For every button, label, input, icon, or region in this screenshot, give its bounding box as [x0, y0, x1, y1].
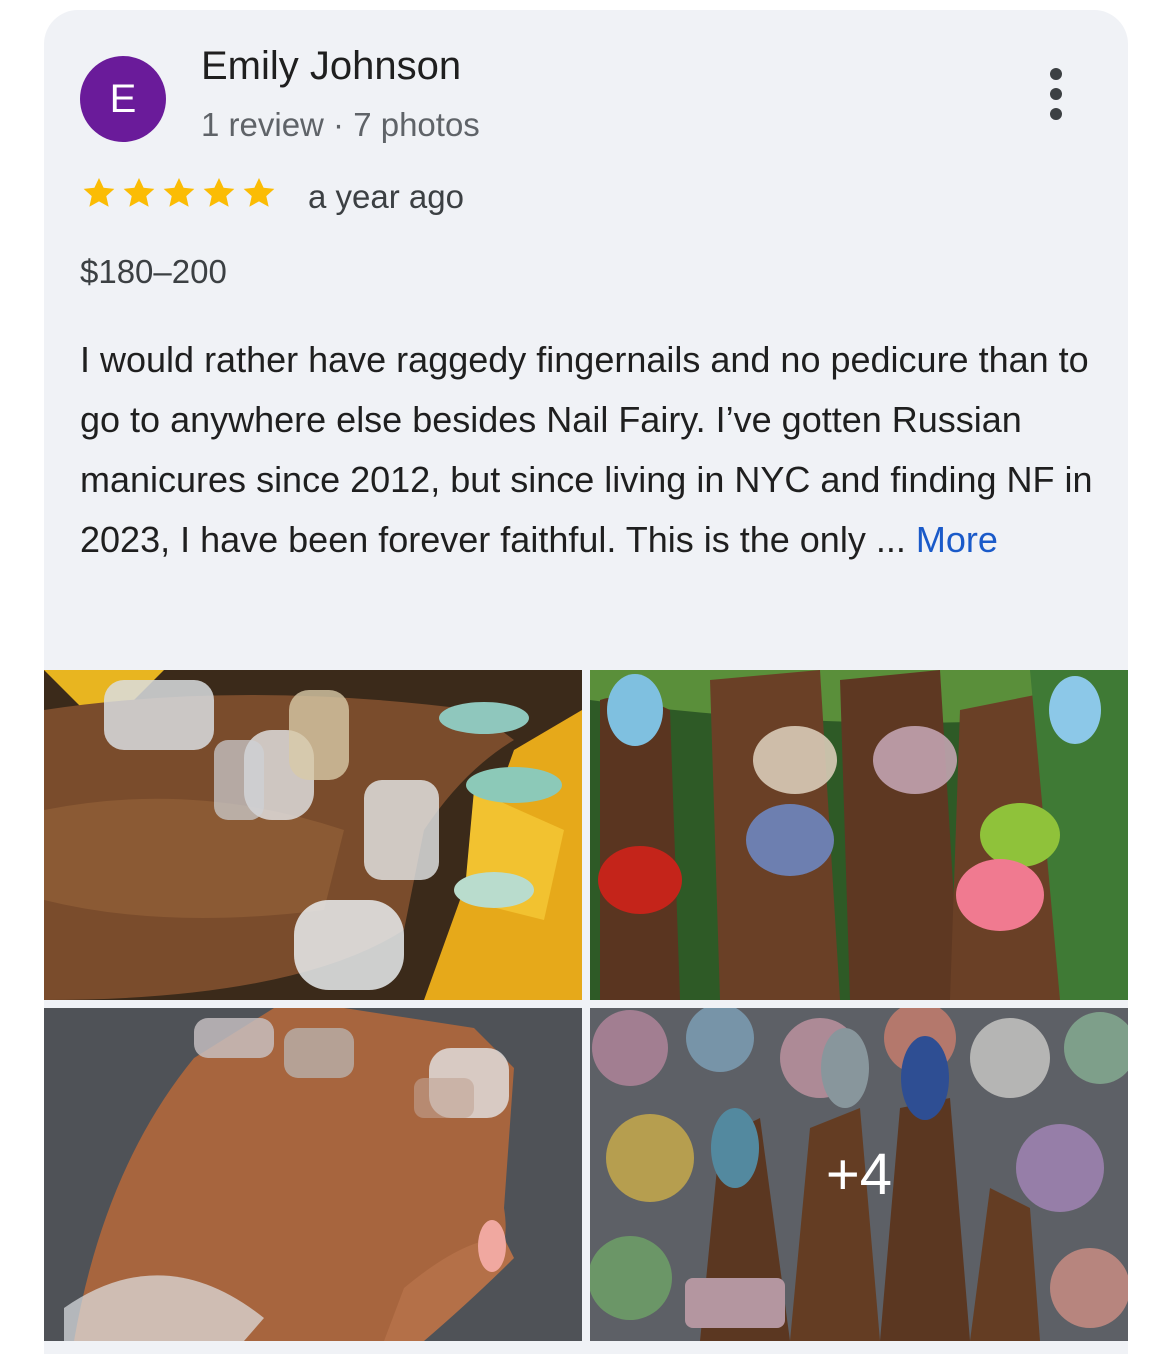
star-icon	[163, 177, 195, 207]
price-range: $180–200	[80, 253, 227, 290]
menu-dot	[1050, 108, 1062, 120]
photo-hand-lip-rings	[590, 670, 1128, 1000]
star-icon	[203, 177, 235, 207]
review-card: E Emily Johnson 1 review · 7 photos a ye…	[44, 10, 1128, 1354]
star-rating	[80, 174, 278, 212]
review-text: I would rather have raggedy fingernails …	[80, 330, 1100, 570]
photo-hand-clear-rings	[44, 670, 582, 1000]
more-photos-count: +4	[825, 1142, 893, 1207]
photo-hand-grey-background	[44, 1008, 582, 1341]
menu-dot	[1050, 88, 1062, 100]
more-photos-overlay[interactable]: +4	[590, 1008, 1128, 1341]
review-photo-3[interactable]	[44, 1008, 582, 1341]
reviewer-name[interactable]: Emily Johnson	[201, 44, 461, 89]
more-link[interactable]: More	[916, 519, 998, 560]
more-vert-icon[interactable]	[1044, 68, 1068, 120]
reviewer-stats: 1 review · 7 photos	[201, 106, 480, 143]
review-photo-1[interactable]	[44, 670, 582, 1000]
review-photo-4[interactable]: +4	[590, 1008, 1128, 1341]
star-icon	[83, 177, 115, 207]
avatar[interactable]: E	[80, 56, 166, 142]
review-time: a year ago	[308, 178, 464, 215]
review-photo-2[interactable]	[590, 670, 1128, 1000]
star-icon	[123, 177, 155, 207]
menu-dot	[1050, 68, 1062, 80]
star-icon	[243, 177, 275, 207]
